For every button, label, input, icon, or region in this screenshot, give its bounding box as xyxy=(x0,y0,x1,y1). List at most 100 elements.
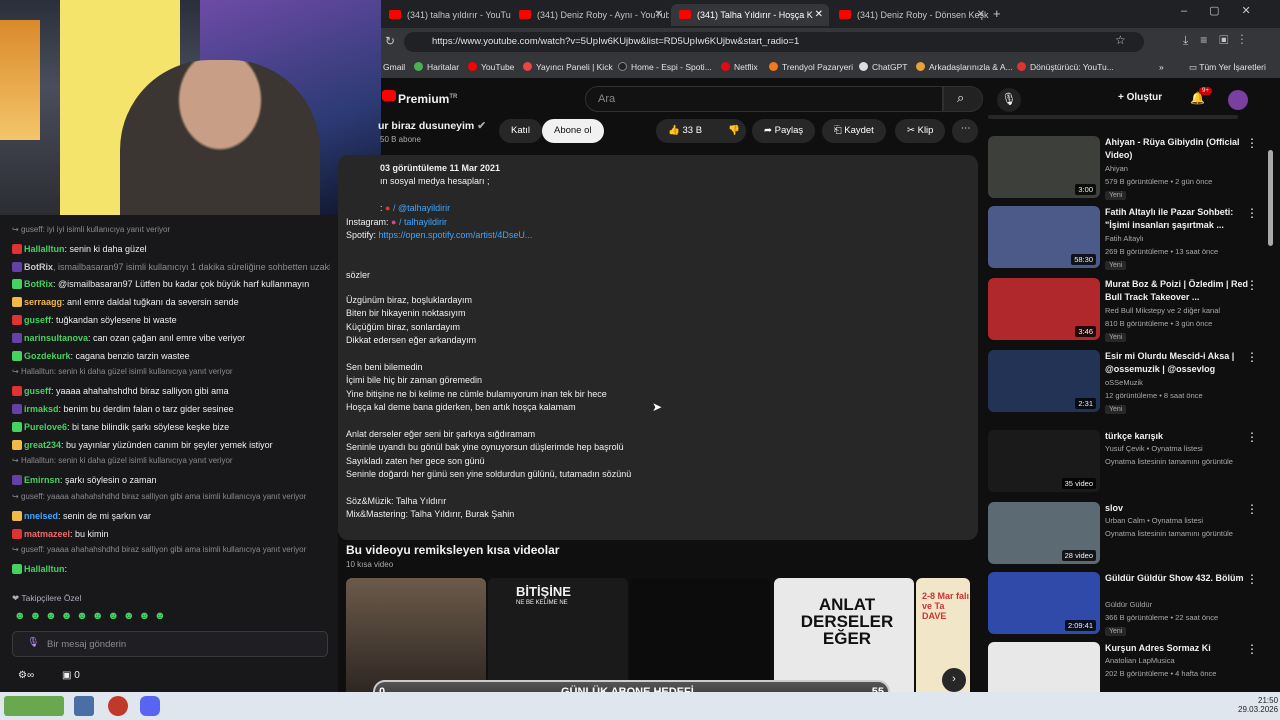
related-video[interactable]: 35 video türkçe karışık Yusuf Çevik • Oyna… xyxy=(988,430,1278,495)
save-button[interactable]: ⎗ Kaydet xyxy=(822,119,886,143)
video-title[interactable]: Güldür Güldür Show 432. Bölüm xyxy=(1105,572,1255,585)
avatar[interactable] xyxy=(1228,90,1248,110)
spotify-link[interactable]: https://open.spotify.com/artist/4DseU... xyxy=(379,230,533,240)
more-options-icon[interactable]: ⋮ xyxy=(1246,642,1258,656)
discord-icon[interactable] xyxy=(140,696,160,716)
bookmark-item[interactable]: Dönüştürücü: YouTu... xyxy=(1017,62,1114,72)
sidebar-chips[interactable] xyxy=(988,115,1238,119)
chat-username[interactable]: Hallalltun xyxy=(24,244,65,254)
chat-username[interactable]: BotRix xyxy=(24,262,53,272)
reload-icon[interactable]: ↻ xyxy=(385,34,395,48)
system-clock[interactable]: 21:50 29.03.2026 xyxy=(1238,696,1278,714)
premium-logo[interactable]: PremiumTR xyxy=(398,92,457,106)
more-options-icon[interactable]: ⋮ xyxy=(1246,350,1258,364)
tab-4[interactable]: (341) Deniz Roby - Dönsen Keşk ✕ xyxy=(831,4,991,26)
chat-username[interactable]: nnelsed xyxy=(24,511,58,521)
related-video[interactable]: 2:31 Esir mi Olurdu Mescid-i Aksa | @osse… xyxy=(988,350,1278,415)
join-button[interactable]: Katıl xyxy=(499,119,543,143)
related-video[interactable]: 3:46 Murat Boz & Poizi | Özledim | Red Bu… xyxy=(988,278,1278,343)
tiktok-link[interactable]: / @talhayildirir xyxy=(393,203,450,213)
channel-name[interactable]: oSSeMuzik xyxy=(1105,378,1143,387)
tab-2[interactable]: (341) Deniz Roby - Aynı - YouTub ✕ xyxy=(511,4,669,26)
chat-input[interactable]: 🎙 Bir mesaj gönderin xyxy=(12,631,328,657)
new-tab-button[interactable]: + xyxy=(993,6,1001,21)
bookmark-item[interactable]: Netflix xyxy=(721,62,758,72)
bookmark-item[interactable]: Yayıncı Paneli | Kick xyxy=(523,62,613,72)
sidebar-scrollbar[interactable] xyxy=(1268,150,1273,246)
chat-username[interactable]: Gozdekurk xyxy=(24,351,71,361)
more-options-icon[interactable]: ⋮ xyxy=(1246,572,1258,586)
channel-name[interactable]: Güldür Güldür xyxy=(1105,600,1152,609)
taskbar-app[interactable] xyxy=(108,696,128,716)
bookmark-item[interactable]: Haritalar xyxy=(414,62,459,72)
video-title[interactable]: Murat Boz & Poizi | Özledim | Red Bull T… xyxy=(1105,278,1255,303)
gift-counter[interactable]: ▣ 0 xyxy=(62,669,80,683)
channel-name[interactable]: Yusuf Çevik • Oynatma listesi xyxy=(1105,444,1203,453)
shorts-next-button[interactable]: › xyxy=(942,668,966,692)
bookmark-item[interactable]: Gmail xyxy=(383,62,405,72)
channel-name[interactable]: Anatolian LapMusica xyxy=(1105,656,1175,665)
video-title[interactable]: türkçe karışık xyxy=(1105,430,1255,443)
bookmark-item[interactable]: ChatGPT xyxy=(859,62,907,72)
video-title[interactable]: slov xyxy=(1105,502,1255,515)
chat-username[interactable]: Hallalltun xyxy=(24,564,65,574)
youtube-logo-icon[interactable] xyxy=(382,90,396,101)
video-thumbnail[interactable]: 2:09:41 xyxy=(988,572,1100,634)
video-thumbnail[interactable]: 3:00 xyxy=(988,136,1100,198)
tab-1[interactable]: (341) talha yıldırır - YouTube xyxy=(381,4,511,26)
voice-search-button[interactable]: 🎙 xyxy=(997,88,1021,112)
more-options-icon[interactable]: ⋮ xyxy=(1246,278,1258,292)
instagram-link[interactable]: / talhayildirir xyxy=(399,217,447,227)
search-button[interactable]: ⌕ xyxy=(943,86,983,112)
video-thumbnail[interactable]: 2:31 xyxy=(988,350,1100,412)
taskbar-app[interactable] xyxy=(74,696,94,716)
related-video[interactable]: 58:30 Fatih Altaylı ile Pazar Sohbeti: "İ… xyxy=(988,206,1278,271)
create-button[interactable]: + Oluştur xyxy=(1118,92,1162,103)
clip-button[interactable]: ✂ Klip xyxy=(895,119,946,143)
video-title[interactable]: Kurşun Adres Sormaz Ki xyxy=(1105,642,1255,655)
more-options-icon[interactable]: ⋮ xyxy=(1246,136,1258,150)
chat-username[interactable]: narinsultanova xyxy=(24,333,88,343)
video-title[interactable]: Esir mi Olurdu Mescid-i Aksa | @ossemuzi… xyxy=(1105,350,1255,375)
channel-name[interactable]: Urban Calm • Oynatma listesi xyxy=(1105,516,1203,525)
chat-username[interactable]: irmaksd xyxy=(24,404,59,414)
video-thumbnail[interactable]: 28 video xyxy=(988,502,1100,564)
notifications-button[interactable]: 🔔 9+ xyxy=(1190,87,1212,105)
chat-username[interactable]: matmazeel xyxy=(24,529,70,539)
video-title[interactable]: Ahiyan - Rüya Gibiydin (Official Video) xyxy=(1105,136,1255,161)
like-button[interactable]: 👍 33 B xyxy=(656,119,716,143)
more-options-icon[interactable]: ⋮ xyxy=(1246,206,1258,220)
bookmark-item[interactable]: YouTube xyxy=(468,62,514,72)
channel-name[interactable]: Ahiyan xyxy=(1105,164,1128,173)
related-video[interactable]: 2:09:41 Güldür Güldür Show 432. Bölüm Güld… xyxy=(988,572,1278,637)
toolbar-icons[interactable]: ⤓≡▣⋮ xyxy=(1183,33,1255,48)
video-thumbnail[interactable]: 3:46 xyxy=(988,278,1100,340)
bookmarks-overflow[interactable]: » xyxy=(1159,62,1164,72)
channel-name[interactable]: Fatih Altaylı xyxy=(1105,234,1144,243)
chat-username[interactable]: Emirnsn xyxy=(24,475,60,485)
tab-active[interactable]: (341) Talha Yıldırır - Hoşça K ✕ xyxy=(671,4,829,26)
chat-username[interactable]: serraagg xyxy=(24,297,62,307)
bookmark-item[interactable]: Home - Espi - Spoti... xyxy=(618,62,712,72)
video-title[interactable]: Fatih Altaylı ile Pazar Sohbeti: "İşimi … xyxy=(1105,206,1255,231)
close-icon[interactable]: ✕ xyxy=(815,9,823,20)
share-button[interactable]: ➦ Paylaş xyxy=(752,119,816,143)
emote-row[interactable]: ☻☻☻☻☻☻☻☻☻☻ xyxy=(14,609,170,624)
subscribe-button[interactable]: Abone ol xyxy=(542,119,604,143)
more-actions-button[interactable]: ⋯ xyxy=(952,119,978,143)
chat-username[interactable]: guseff xyxy=(24,315,51,325)
bookmark-star-icon[interactable]: ☆ xyxy=(1115,33,1126,47)
window-controls[interactable]: –▢✕ xyxy=(1181,4,1273,17)
search-input[interactable]: Ara xyxy=(585,86,943,112)
bookmark-item[interactable]: Arkadaşlarınızla & A... xyxy=(916,62,1013,72)
channel-name[interactable]: Red Bull Mikstepy ve 2 diğer kanal xyxy=(1105,306,1220,315)
video-thumbnail[interactable]: 58:30 xyxy=(988,206,1100,268)
chat-username[interactable]: Purelove6 xyxy=(24,422,67,432)
address-bar[interactable]: https://www.youtube.com/watch?v=5UpIw6KU… xyxy=(404,32,1144,52)
all-bookmarks[interactable]: ▭ Tüm Yer İşaretleri xyxy=(1189,62,1266,73)
chat-username[interactable]: BotRix xyxy=(24,279,53,289)
dislike-button[interactable]: 👎 xyxy=(716,119,746,143)
more-options-icon[interactable]: ⋮ xyxy=(1246,502,1258,516)
chat-username[interactable]: great234 xyxy=(24,440,61,450)
chat-username[interactable]: guseff xyxy=(24,386,51,396)
